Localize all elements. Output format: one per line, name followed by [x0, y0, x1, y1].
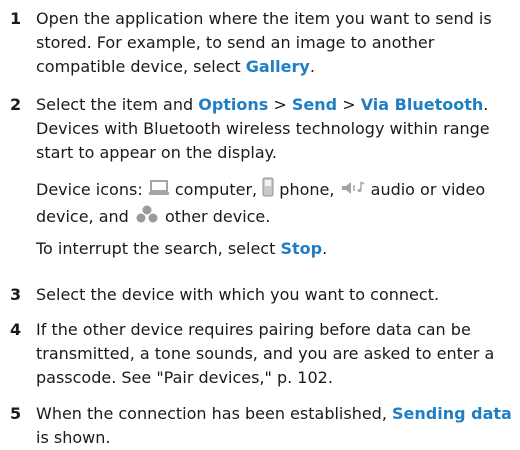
step-body: is shown. — [36, 428, 111, 447]
audio-video-icon — [340, 179, 366, 203]
phone-label: phone, — [274, 180, 340, 199]
instruction-page: 1 Open the application where the item yo… — [0, 0, 520, 447]
sending-data-link[interactable]: Sending data — [392, 404, 512, 423]
other-device-icon — [134, 204, 160, 231]
menu-separator: > — [337, 95, 361, 114]
computer-label: computer, — [169, 180, 263, 199]
send-link[interactable]: Send — [292, 95, 337, 114]
punctuation: . — [322, 239, 328, 258]
step-number: 3 — [10, 285, 22, 304]
gallery-link[interactable]: Gallery — [246, 57, 310, 76]
step-number: 2 — [10, 95, 22, 114]
options-link[interactable]: Options — [198, 95, 268, 114]
step-text: Open the application where the item you … — [36, 7, 514, 79]
step-number: 1 — [10, 9, 22, 28]
step-text: When the connection has been established… — [36, 402, 514, 450]
phone-icon — [262, 177, 274, 204]
interrupt-text: To interrupt the search, select Stop. — [36, 237, 514, 261]
step-body: When the connection has been established… — [36, 404, 393, 423]
interrupt-body: To interrupt the search, select — [36, 239, 281, 258]
device-icons-text: Device icons: computer, phone, audio or … — [36, 177, 514, 231]
other-label: other device. — [159, 207, 271, 226]
punctuation: . — [309, 57, 315, 76]
step-number: 4 — [10, 320, 22, 339]
menu-separator: > — [268, 95, 292, 114]
step-text: Select the item and Options > Send > Via… — [36, 93, 514, 165]
stop-link[interactable]: Stop — [280, 239, 322, 258]
computer-icon — [148, 179, 170, 203]
step-number: 5 — [10, 404, 22, 423]
icons-prefix: Device icons: — [36, 180, 148, 199]
step-body: Select the item and — [36, 95, 199, 114]
via-bluetooth-link[interactable]: Via Bluetooth — [361, 95, 484, 114]
step-text: If the other device requires pairing bef… — [36, 320, 495, 387]
step-text: Select the device with which you want to… — [36, 285, 440, 304]
